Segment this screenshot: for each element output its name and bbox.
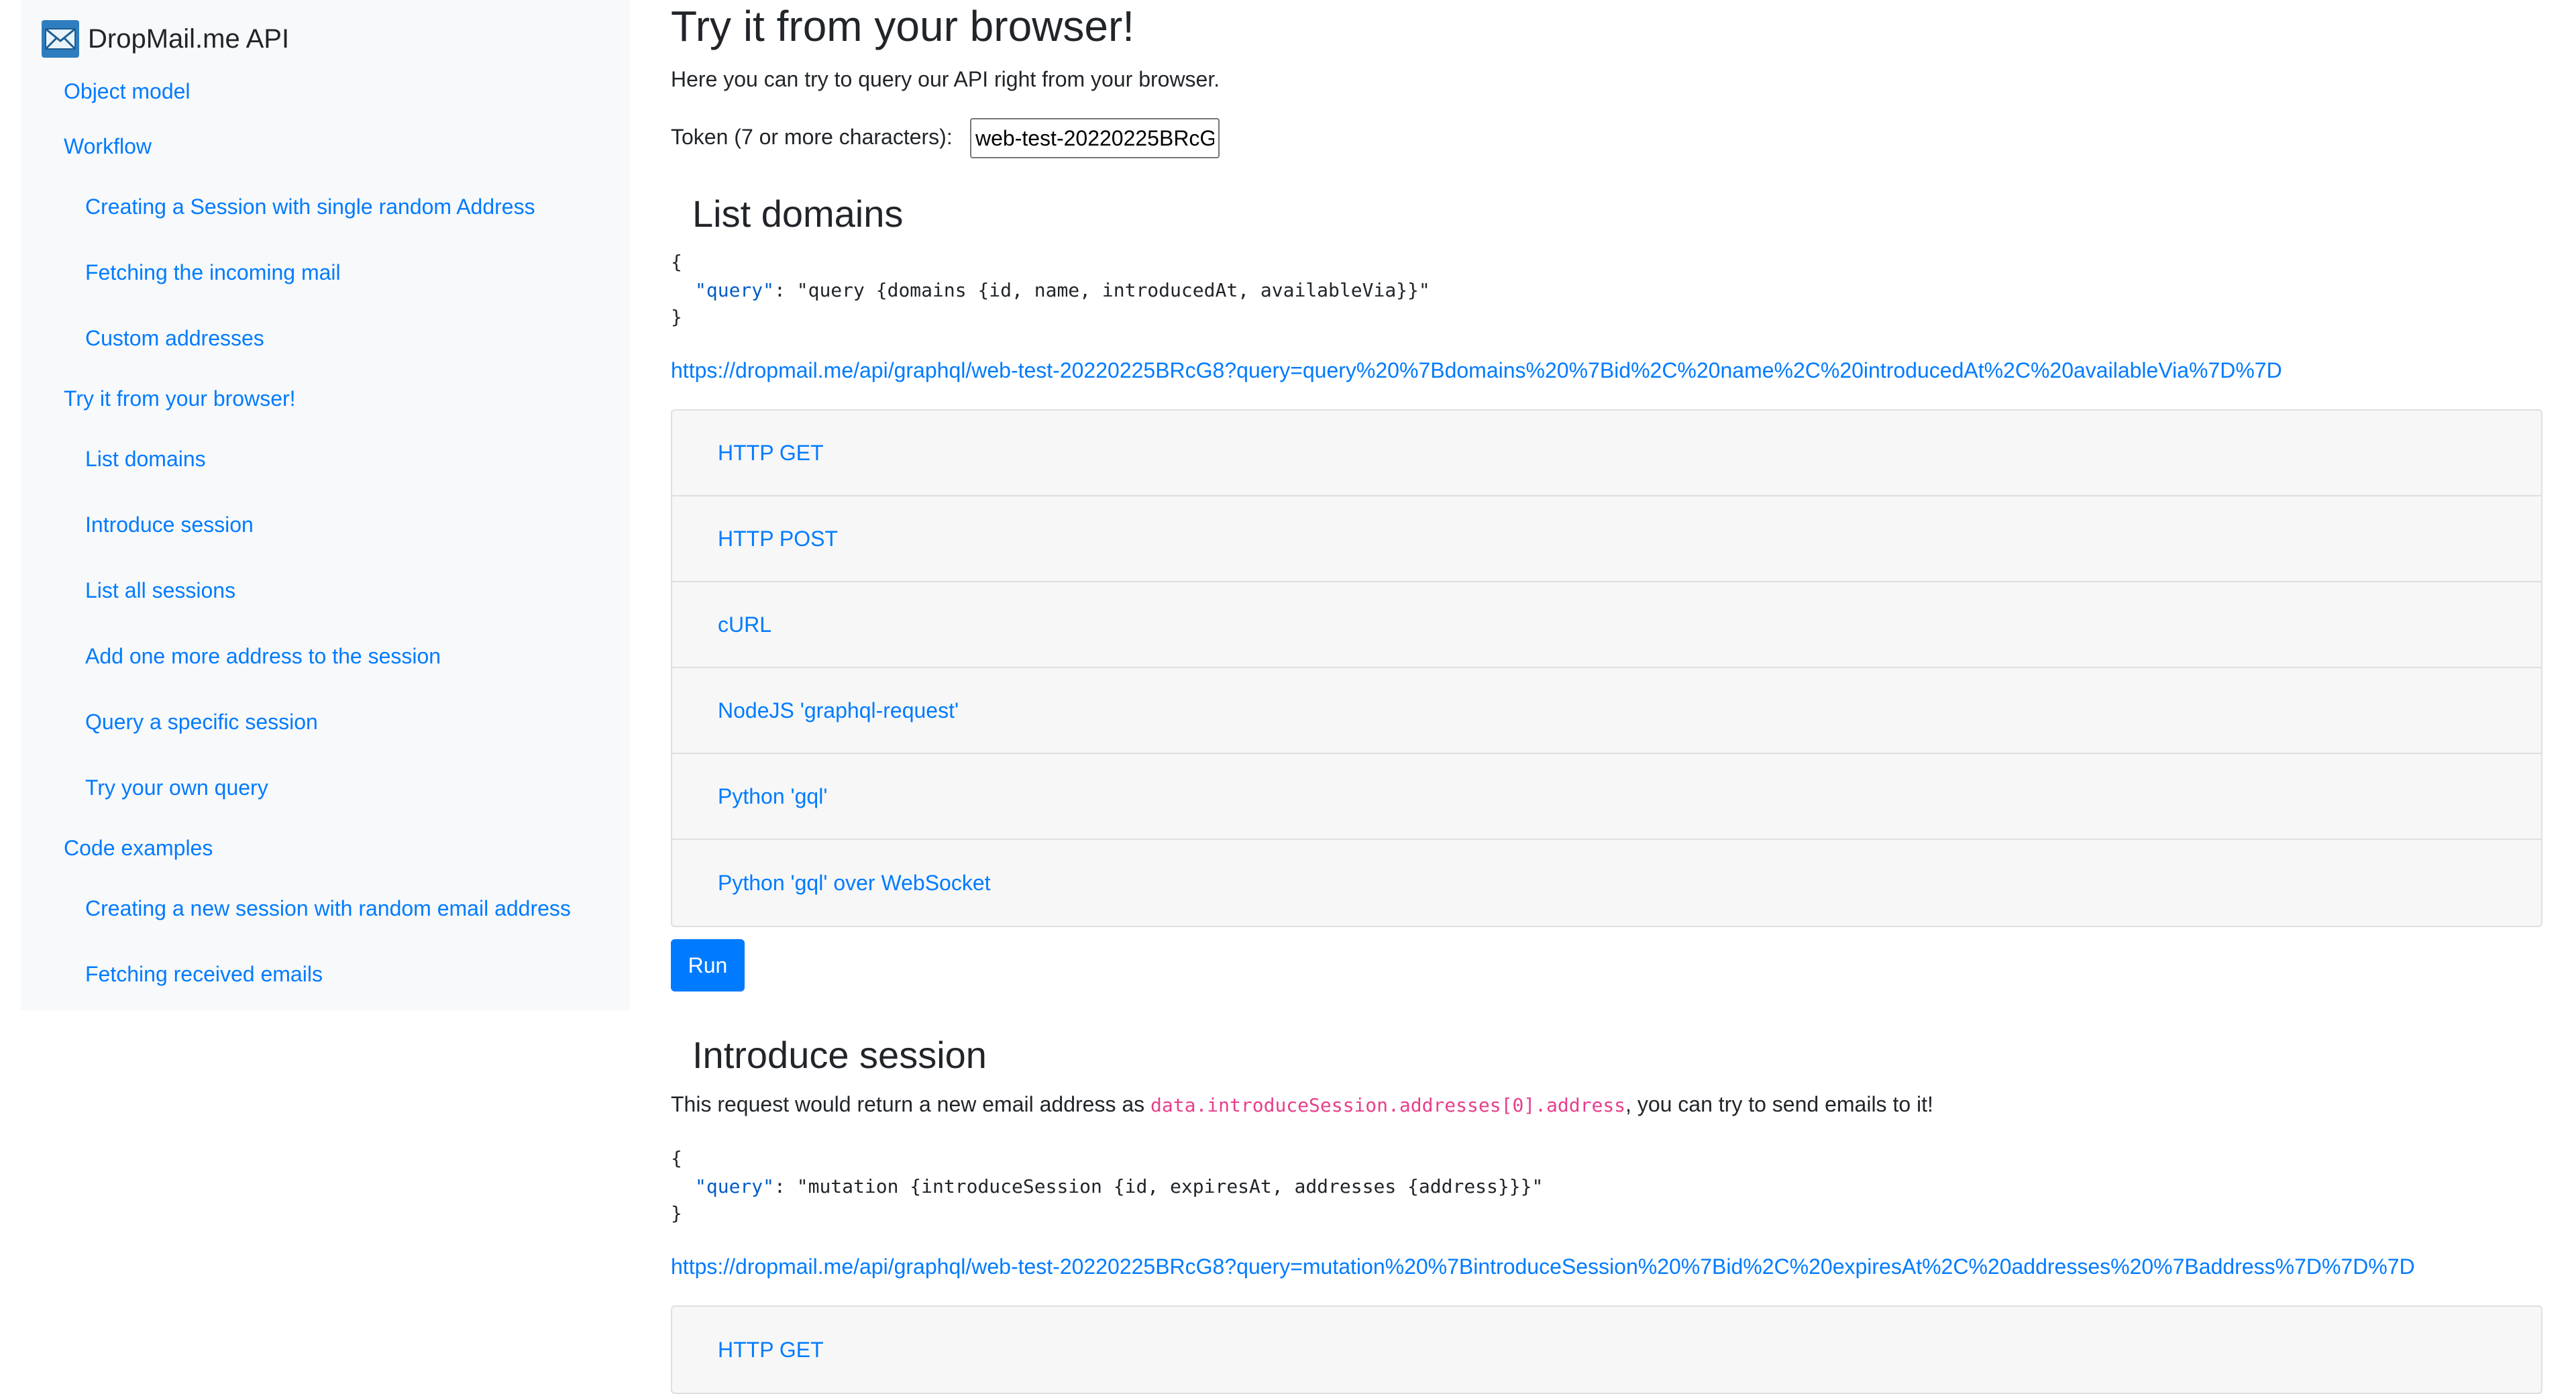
- introduce-description: This request would return a new email ad…: [671, 1092, 1933, 1117]
- query-json-value: : "query {domains {id, name, introducedA…: [774, 279, 1430, 301]
- accordion-item-curl[interactable]: cURL: [672, 582, 2541, 668]
- accordion-item-nodejs[interactable]: NodeJS 'graphql-request': [672, 668, 2541, 754]
- sidebar-item-new-session-example[interactable]: Creating a new session with random email…: [85, 896, 571, 921]
- desc-text-after: , you can try to send emails to it!: [1625, 1092, 1933, 1116]
- section-title-list-domains: List domains: [692, 193, 904, 235]
- sidebar-item-custom-addresses[interactable]: Custom addresses: [85, 326, 264, 351]
- query-json-open: {: [671, 251, 682, 273]
- sidebar-item-creating-session[interactable]: Creating a Session with single random Ad…: [85, 195, 535, 219]
- accordion-item-python-gql[interactable]: Python 'gql': [672, 754, 2541, 840]
- mutation-json-line: "query": "mutation {introduceSession {id…: [695, 1175, 1543, 1197]
- accordion-item-http-get[interactable]: HTTP GET: [672, 411, 2541, 496]
- sidebar-item-own-query[interactable]: Try your own query: [85, 775, 268, 800]
- accordion-item-http-get-2[interactable]: HTTP GET: [672, 1307, 2541, 1393]
- mutation-json-open: {: [671, 1147, 682, 1169]
- desc-inline-code: data.introduceSession.addresses[0].addre…: [1150, 1094, 1626, 1116]
- sidebar-item-fetching-emails[interactable]: Fetching received emails: [85, 962, 323, 987]
- sidebar-item-query-session[interactable]: Query a specific session: [85, 710, 318, 735]
- mutation-json-close: }: [671, 1202, 682, 1224]
- sidebar-item-list-all-sessions[interactable]: List all sessions: [85, 578, 235, 603]
- brand-title: DropMail.me API: [88, 23, 290, 54]
- sidebar: DropMail.me API Object model Workflow Cr…: [21, 0, 630, 1010]
- accordion-item-python-websocket[interactable]: Python 'gql' over WebSocket: [672, 840, 2541, 926]
- sidebar-item-object-model[interactable]: Object model: [64, 79, 191, 104]
- brand[interactable]: DropMail.me API: [41, 19, 289, 59]
- token-input[interactable]: [970, 118, 1220, 158]
- sidebar-item-fetching-mail[interactable]: Fetching the incoming mail: [85, 260, 341, 285]
- sidebar-item-add-address[interactable]: Add one more address to the session: [85, 644, 441, 669]
- introduce-method-accordion: HTTP GET: [671, 1305, 2542, 1394]
- mutation-url-link[interactable]: https://dropmail.me/api/graphql/web-test…: [671, 1254, 2415, 1279]
- envelope-icon: [42, 20, 79, 58]
- sidebar-item-introduce-session[interactable]: Introduce session: [85, 513, 254, 537]
- sidebar-item-code-examples[interactable]: Code examples: [64, 836, 213, 861]
- query-url-link[interactable]: https://dropmail.me/api/graphql/web-test…: [671, 358, 2282, 383]
- query-json-line: "query": "query {domains {id, name, intr…: [695, 279, 1430, 301]
- accordion-item-http-post[interactable]: HTTP POST: [672, 496, 2541, 582]
- sidebar-item-list-domains[interactable]: List domains: [85, 447, 206, 472]
- section-title-introduce-session: Introduce session: [692, 1034, 987, 1076]
- token-label: Token (7 or more characters):: [671, 125, 953, 149]
- sidebar-item-try-it[interactable]: Try it from your browser!: [64, 386, 296, 411]
- intro-text: Here you can try to query our API right …: [671, 67, 1220, 91]
- request-method-accordion: HTTP GET HTTP POST cURL NodeJS 'graphql-…: [671, 409, 2542, 927]
- page-title: Try it from your browser!: [671, 2, 1135, 50]
- main-content: Try it from your browser! Here you can t…: [671, 0, 2549, 1394]
- desc-text-before: This request would return a new email ad…: [671, 1092, 1151, 1116]
- query-json-key: "query": [695, 279, 775, 301]
- mutation-json-value: : "mutation {introduceSession {id, expir…: [774, 1175, 1544, 1197]
- mutation-json-key: "query": [695, 1175, 775, 1197]
- query-json-close: }: [671, 306, 682, 328]
- sidebar-item-workflow[interactable]: Workflow: [64, 134, 152, 159]
- run-button[interactable]: Run: [671, 939, 745, 991]
